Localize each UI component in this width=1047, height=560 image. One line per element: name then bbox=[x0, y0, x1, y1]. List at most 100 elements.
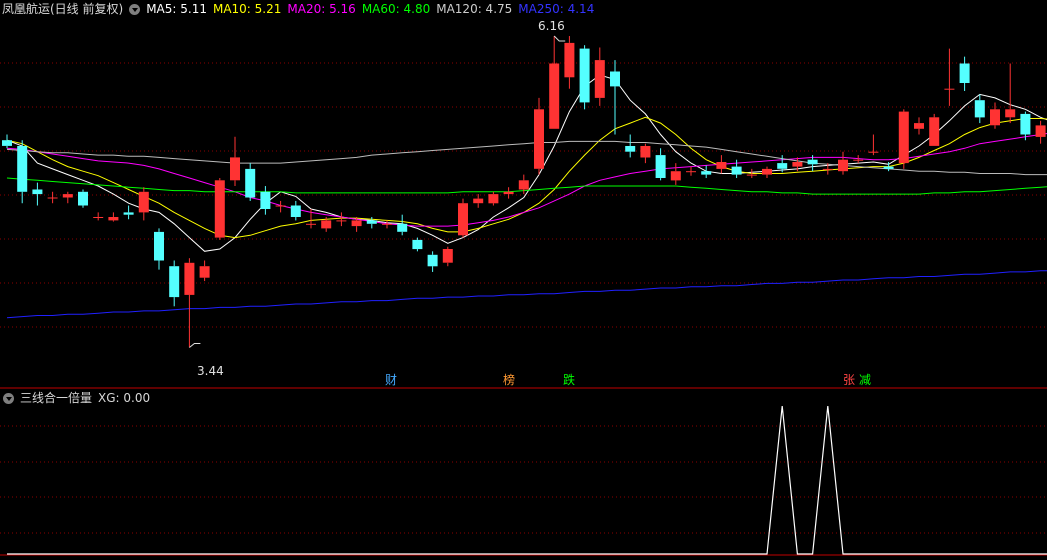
candle-body bbox=[230, 157, 240, 181]
candle bbox=[898, 109, 909, 169]
candle-body bbox=[473, 198, 484, 204]
candle-body bbox=[838, 159, 848, 172]
sub-panel-header: 三线合一倍量 XG: 0.00 bbox=[0, 389, 156, 407]
candle-body bbox=[914, 123, 924, 129]
candle bbox=[62, 191, 73, 204]
event-marker-list[interactable]: 榜 bbox=[503, 373, 515, 387]
candle bbox=[260, 186, 271, 215]
candle bbox=[458, 198, 468, 238]
candle-body bbox=[686, 171, 696, 173]
candle bbox=[838, 151, 848, 175]
xg-line bbox=[7, 405, 1047, 555]
candle-body bbox=[1005, 109, 1016, 118]
event-marker-drop[interactable]: 跌 bbox=[563, 373, 575, 387]
candle bbox=[93, 212, 104, 221]
event-marker-reduce[interactable]: 减 bbox=[859, 373, 871, 387]
candle bbox=[1005, 63, 1016, 124]
candle bbox=[686, 166, 696, 176]
sub-panel-grid bbox=[0, 425, 1047, 534]
candle bbox=[199, 260, 210, 282]
candle bbox=[230, 136, 240, 187]
candle-body bbox=[382, 223, 392, 225]
event-marker-rise[interactable]: 张 bbox=[843, 373, 855, 387]
candle-body bbox=[716, 162, 727, 169]
candle-body bbox=[868, 151, 879, 153]
candle bbox=[701, 165, 712, 179]
candle-body bbox=[944, 88, 955, 90]
candle-body bbox=[199, 266, 210, 278]
candle-body bbox=[579, 48, 590, 103]
candle-body bbox=[610, 71, 620, 87]
candle-body bbox=[959, 63, 970, 83]
ma5-line bbox=[6, 74, 1047, 252]
stock-chart-canvas[interactable] bbox=[0, 0, 1047, 560]
candle-body bbox=[32, 189, 43, 195]
high-pointer bbox=[553, 35, 566, 42]
candle-body bbox=[245, 168, 256, 198]
candle bbox=[184, 258, 195, 348]
candle bbox=[245, 163, 256, 201]
sub-collapse-toggle-icon[interactable] bbox=[3, 392, 14, 404]
candle bbox=[427, 251, 438, 272]
candle-body bbox=[594, 60, 605, 98]
candle-body bbox=[655, 155, 666, 178]
candle-body bbox=[138, 191, 149, 213]
candle-body bbox=[397, 223, 408, 232]
candle-body bbox=[549, 63, 560, 129]
candle-body bbox=[17, 146, 28, 192]
candle-body bbox=[458, 203, 468, 236]
event-marker-finance[interactable]: 财 bbox=[385, 373, 397, 387]
xg-value-label: XG: 0.00 bbox=[98, 391, 151, 405]
candle-body bbox=[306, 223, 316, 225]
ma250-label: MA250: 4.14 bbox=[518, 2, 595, 16]
candle-body bbox=[1020, 113, 1031, 135]
candle bbox=[594, 47, 605, 106]
candle-body bbox=[93, 217, 104, 218]
candle-body bbox=[929, 117, 940, 146]
candle bbox=[108, 212, 119, 222]
ma60-label: MA60: 4.80 bbox=[361, 2, 431, 16]
candle bbox=[549, 36, 560, 129]
candle-body bbox=[488, 194, 499, 204]
candle-body bbox=[412, 239, 423, 250]
candle bbox=[488, 191, 499, 206]
candle-body bbox=[807, 159, 818, 165]
ma10-line bbox=[6, 116, 1047, 239]
candle-body bbox=[123, 212, 134, 215]
candle bbox=[929, 113, 940, 146]
candle-body bbox=[78, 191, 88, 206]
indicator-title: 三线合一倍量 bbox=[20, 391, 93, 405]
candle bbox=[138, 187, 149, 221]
candle-body bbox=[518, 180, 529, 190]
candle-body bbox=[366, 220, 377, 224]
candle bbox=[959, 56, 970, 91]
candle-body bbox=[336, 220, 347, 222]
candle bbox=[290, 200, 301, 221]
candle-body bbox=[154, 231, 164, 261]
candle bbox=[442, 246, 453, 267]
candle-body bbox=[214, 180, 225, 238]
candle bbox=[336, 212, 347, 227]
low-pointer bbox=[189, 343, 201, 348]
high-price-label: 6.16 bbox=[538, 19, 565, 33]
candle bbox=[1035, 120, 1046, 144]
collapse-toggle-icon[interactable] bbox=[129, 3, 141, 15]
candle bbox=[564, 36, 575, 89]
candle bbox=[2, 134, 12, 149]
ma250-line bbox=[6, 270, 1047, 319]
stock-title: 凤凰航运(日线 前复权) bbox=[2, 2, 124, 16]
candle-body bbox=[792, 162, 803, 167]
candle-body bbox=[640, 146, 651, 158]
candle-body bbox=[290, 205, 301, 217]
candle bbox=[868, 134, 879, 156]
candle-body bbox=[184, 262, 195, 295]
candle bbox=[579, 45, 590, 110]
ma120-label: MA120: 4.75 bbox=[436, 2, 513, 16]
main-panel-grid bbox=[0, 62, 1047, 328]
candle bbox=[670, 163, 681, 185]
candle bbox=[412, 237, 423, 252]
candle bbox=[32, 182, 43, 206]
candle bbox=[503, 187, 514, 199]
candle-body bbox=[534, 109, 544, 169]
candle-body bbox=[731, 166, 742, 175]
